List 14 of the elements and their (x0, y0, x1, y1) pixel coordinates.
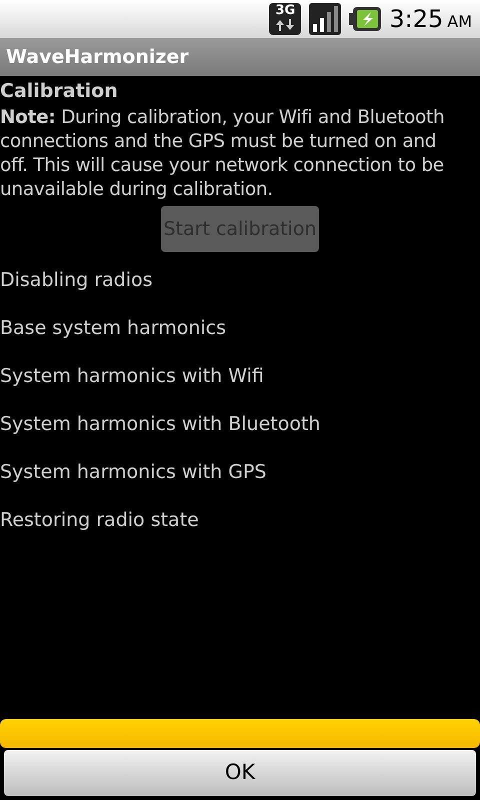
signal-icon (309, 3, 342, 35)
clock-meridiem: AM (447, 11, 472, 33)
clock-time: 3:25 (389, 4, 444, 35)
step-label: Restoring radio state (0, 508, 200, 533)
network-icon: 3G (269, 3, 302, 35)
step-label: Base system harmonics (0, 316, 227, 341)
section-heading: Calibration (0, 79, 119, 104)
step-label: System harmonics with Bluetooth (0, 412, 322, 437)
note-text: Note: During calibration, your Wifi and Bluetooth connections and the GPS must be turned on and off. This will cause your network connection to be unavailable during calibration. (0, 106, 446, 202)
ok-button[interactable]: OK (4, 750, 476, 796)
step-label: System harmonics with GPS (0, 460, 268, 485)
step-label: System harmonics with Wifi (0, 364, 265, 389)
window-title: WaveHarmonizer (6, 44, 189, 70)
step-label: Disabling radios (0, 268, 154, 293)
